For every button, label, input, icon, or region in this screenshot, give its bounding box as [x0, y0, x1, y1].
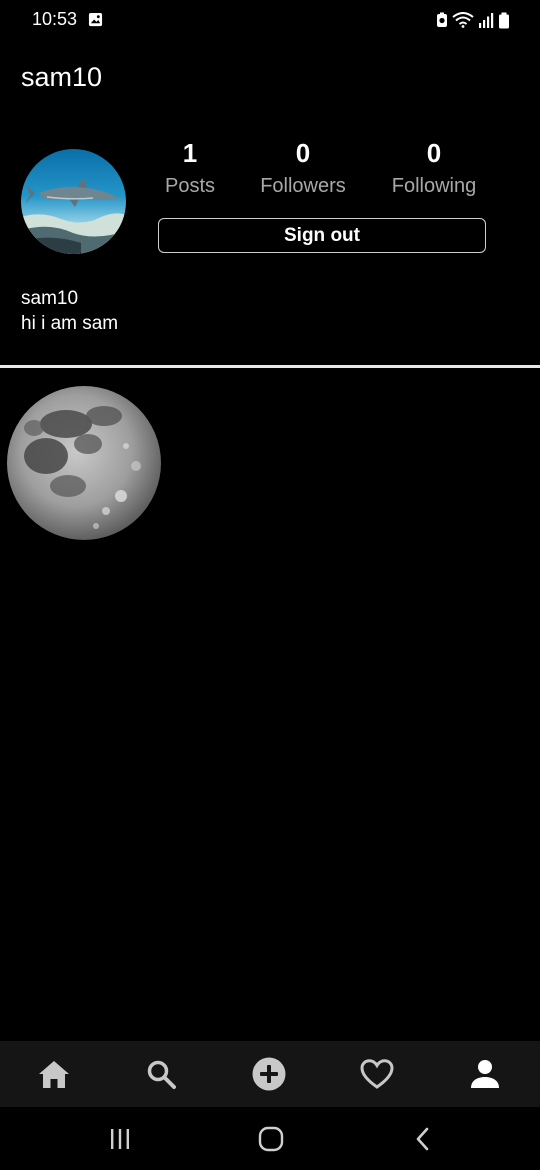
profile-screen: 10:53 sam10 1 Posts 0 Followers 0 Follow… — [0, 0, 540, 1170]
moon-photo — [7, 386, 161, 540]
nav-search[interactable] — [131, 1041, 191, 1107]
status-bar: 10:53 — [0, 0, 540, 40]
recent-apps-button[interactable] — [100, 1123, 140, 1155]
post-thumbnail[interactable] — [6, 386, 163, 541]
image-icon — [88, 12, 103, 27]
posts-label: Posts — [164, 175, 216, 197]
status-icons — [436, 11, 510, 29]
profile-icon — [471, 1060, 499, 1088]
stat-posts[interactable]: 1 Posts — [150, 138, 230, 198]
profile-username-title: sam10 — [21, 62, 103, 92]
divider — [0, 365, 540, 368]
system-home-button[interactable] — [251, 1123, 291, 1155]
status-time: 10:53 — [32, 9, 78, 29]
nav-activity[interactable] — [347, 1041, 407, 1107]
nav-home[interactable] — [24, 1041, 84, 1107]
system-nav — [0, 1107, 540, 1170]
followers-count: 0 — [295, 138, 311, 168]
back-button[interactable] — [403, 1123, 443, 1155]
stat-following[interactable]: 0 Following — [380, 138, 488, 198]
home-circle-icon — [258, 1126, 284, 1152]
bio-username: sam10 — [21, 288, 79, 309]
back-icon — [416, 1127, 429, 1151]
following-label: Following — [391, 175, 477, 197]
battery-icon — [499, 12, 509, 28]
bio-text: hi i am sam — [21, 313, 119, 334]
add-post-icon — [252, 1057, 286, 1091]
battery-saver-icon — [437, 12, 447, 27]
bottom-nav — [0, 1041, 540, 1107]
heart-icon — [360, 1059, 394, 1089]
recent-apps-icon — [111, 1129, 129, 1149]
posts-count: 1 — [182, 138, 198, 168]
shark-photo — [21, 149, 126, 254]
sign-out-button[interactable]: Sign out — [158, 218, 486, 253]
wifi-icon — [452, 12, 474, 28]
followers-label: Followers — [260, 175, 346, 197]
avatar[interactable] — [21, 149, 126, 254]
signal-icon — [479, 13, 494, 28]
nav-profile[interactable] — [455, 1041, 515, 1107]
following-count: 0 — [426, 138, 442, 168]
stat-followers[interactable]: 0 Followers — [247, 138, 359, 198]
nav-add[interactable] — [239, 1041, 299, 1107]
search-icon — [147, 1060, 176, 1089]
home-icon — [39, 1061, 69, 1088]
